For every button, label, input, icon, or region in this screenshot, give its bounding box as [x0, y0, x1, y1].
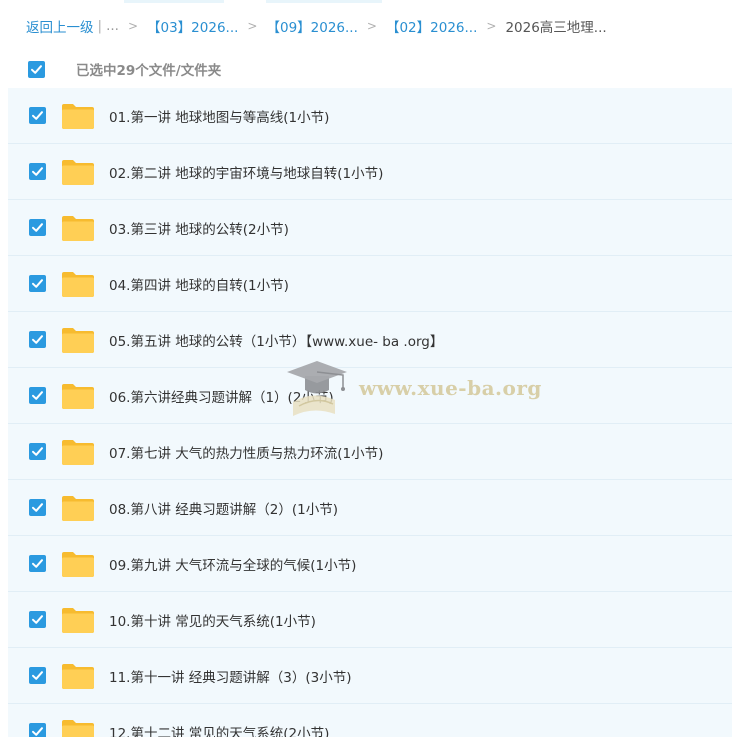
folder-icon: [62, 663, 94, 689]
row-checkbox[interactable]: [29, 163, 46, 180]
file-name: 06.第六讲经典习题讲解（1）(2小节): [109, 389, 334, 406]
breadcrumb-arrow-icon: >: [366, 19, 377, 33]
checkmark-icon: [32, 167, 43, 176]
checkmark-icon: [31, 64, 42, 74]
checkmark-icon: [32, 447, 43, 456]
file-row[interactable]: 03.第三讲 地球的公转(2小节): [8, 200, 732, 256]
breadcrumb-item-02[interactable]: 【02】2026...: [386, 16, 477, 36]
file-name: 12.第十二讲 常见的天气系统(2小节): [109, 725, 330, 737]
checkmark-icon: [32, 559, 43, 568]
file-row[interactable]: 10.第十讲 常见的天气系统(1小节): [8, 592, 732, 648]
row-checkbox[interactable]: [29, 611, 46, 628]
file-row[interactable]: 07.第七讲 大气的热力性质与热力环流(1小节): [8, 424, 732, 480]
breadcrumb-item-03[interactable]: 【03】2026...: [147, 16, 238, 36]
checkmark-icon: [32, 503, 43, 512]
file-row[interactable]: 08.第八讲 经典习题讲解（2）(1小节): [8, 480, 732, 536]
folder-icon: [62, 215, 94, 241]
top-tab-strip-left: [124, 0, 224, 3]
file-name: 08.第八讲 经典习题讲解（2）(1小节): [109, 501, 338, 518]
folder-icon: [62, 607, 94, 633]
file-row[interactable]: 09.第九讲 大气环流与全球的气候(1小节): [8, 536, 732, 592]
file-row[interactable]: 02.第二讲 地球的宇宙环境与地球自转(1小节): [8, 144, 732, 200]
folder-icon: [62, 271, 94, 297]
breadcrumb-divider: |: [97, 18, 103, 34]
breadcrumb-current: 2026高三地理...: [505, 20, 607, 36]
file-row[interactable]: 11.第十一讲 经典习题讲解（3）(3小节): [8, 648, 732, 704]
folder-icon: [62, 495, 94, 521]
file-row[interactable]: 06.第六讲经典习题讲解（1）(2小节): [8, 368, 732, 424]
checkmark-icon: [32, 223, 43, 232]
breadcrumb-item-09[interactable]: 【09】2026...: [266, 16, 357, 36]
row-checkbox[interactable]: [29, 555, 46, 572]
file-name: 03.第三讲 地球的公转(2小节): [109, 221, 289, 238]
checkmark-icon: [32, 111, 43, 120]
file-name: 10.第十讲 常见的天气系统(1小节): [109, 613, 316, 630]
file-name: 02.第二讲 地球的宇宙环境与地球自转(1小节): [109, 165, 384, 182]
file-name: 07.第七讲 大气的热力性质与热力环流(1小节): [109, 445, 384, 462]
row-checkbox[interactable]: [29, 443, 46, 460]
file-name: 04.第四讲 地球的自转(1小节): [109, 277, 289, 294]
file-name: 11.第十一讲 经典习题讲解（3）(3小节): [109, 669, 352, 686]
folder-icon: [62, 383, 94, 409]
breadcrumb: 返回上一级 | ... > 【03】2026... > 【09】2026... …: [26, 14, 607, 38]
folder-icon: [62, 159, 94, 185]
file-name: 01.第一讲 地球地图与等高线(1小节): [109, 109, 330, 126]
row-checkbox[interactable]: [29, 723, 46, 737]
breadcrumb-ellipsis[interactable]: ...: [106, 18, 119, 34]
file-row[interactable]: 05.第五讲 地球的公转（1小节）【www.xue- ba .org】: [8, 312, 732, 368]
file-row[interactable]: 04.第四讲 地球的自转(1小节): [8, 256, 732, 312]
breadcrumb-arrow-icon: >: [486, 19, 497, 33]
checkmark-icon: [32, 279, 43, 288]
checkmark-icon: [32, 615, 43, 624]
file-list: 01.第一讲 地球地图与等高线(1小节) 02.第二讲 地球的宇宙环境与地球自转…: [8, 88, 732, 737]
row-checkbox[interactable]: [29, 387, 46, 404]
top-tab-strip-right: [266, 0, 382, 3]
row-checkbox[interactable]: [29, 667, 46, 684]
folder-icon: [62, 439, 94, 465]
file-row[interactable]: 12.第十二讲 常见的天气系统(2小节): [8, 704, 732, 737]
row-checkbox[interactable]: [29, 107, 46, 124]
folder-icon: [62, 719, 94, 737]
file-row[interactable]: 01.第一讲 地球地图与等高线(1小节): [8, 88, 732, 144]
back-link[interactable]: 返回上一级: [26, 16, 94, 36]
selection-header: 已选中29个文件/文件夹: [0, 52, 732, 86]
checkmark-icon: [32, 671, 43, 680]
folder-icon: [62, 103, 94, 129]
checkmark-icon: [32, 727, 43, 736]
breadcrumb-arrow-icon: >: [247, 19, 258, 33]
file-name: 09.第九讲 大气环流与全球的气候(1小节): [109, 557, 357, 574]
breadcrumb-arrow-icon: >: [127, 19, 138, 33]
folder-icon: [62, 327, 94, 353]
folder-icon: [62, 551, 94, 577]
selection-count-label: 已选中29个文件/文件夹: [76, 63, 222, 79]
select-all-checkbox[interactable]: [28, 60, 45, 78]
checkmark-icon: [32, 335, 43, 344]
row-checkbox[interactable]: [29, 331, 46, 348]
checkmark-icon: [32, 391, 43, 400]
row-checkbox[interactable]: [29, 499, 46, 516]
file-name: 05.第五讲 地球的公转（1小节）【www.xue- ba .org】: [109, 333, 444, 350]
row-checkbox[interactable]: [29, 219, 46, 236]
row-checkbox[interactable]: [29, 275, 46, 292]
